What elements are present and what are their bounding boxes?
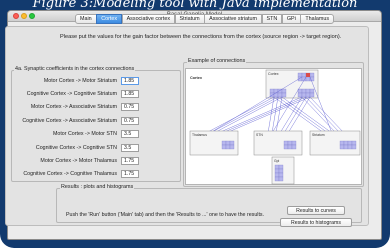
results-instruction: Push the 'Run' button ('Main' tab) and t…: [66, 212, 265, 218]
tab-thalamus[interactable]: Thalamus: [300, 14, 335, 24]
instruction-text: Please put the values for the gain facto…: [60, 34, 342, 40]
tab-cortex[interactable]: Cortex: [96, 14, 123, 24]
param-label: Cognitive Cortex -> Cognitive Thalamus: [23, 171, 117, 177]
param-row: Cognitive Cortex -> Cognitive Striatum 1…: [16, 89, 139, 99]
gpi-node: Gpi: [271, 156, 295, 185]
tab-stn[interactable]: STN: [261, 14, 283, 24]
param-label: Motor Cortex -> Motor Thalamus: [40, 158, 117, 164]
cognitive-cortex-associative-striatum-field[interactable]: 0.75: [121, 117, 139, 125]
cortex-left-label: Cortex: [190, 76, 203, 80]
param-row: Motor Cortex -> Motor Thalamus 1.75: [16, 156, 139, 166]
motor-cortex-associative-striatum-field[interactable]: 0.75: [121, 103, 139, 111]
example-group-legend: Example of connections: [187, 58, 247, 64]
results-group-legend: Results : plots and histograms: [60, 184, 135, 190]
motor-cortex-motor-striatum-field[interactable]: 1.85: [121, 77, 139, 85]
connections-diagram: Cortex Cortex Thalamus STN Striatum Gpi: [185, 68, 362, 185]
tab-gpi[interactable]: GPi: [281, 14, 301, 24]
gpi-node-label: Gpi: [274, 159, 280, 163]
param-label: Motor Cortex -> Associative Striatum: [30, 104, 117, 110]
thalamus-node: Thalamus: [189, 130, 239, 156]
param-row: Motor Cortex -> Motor Striatum 1.85: [16, 76, 139, 86]
cognitive-cortex-cognitive-striatum-field[interactable]: 1.85: [121, 90, 139, 98]
tab-associative-striatum[interactable]: Associative striatum: [204, 14, 263, 24]
param-label: Cognitive Cortex -> Cognitive Striatum: [26, 91, 117, 97]
param-row: Motor Cortex -> Motor STN 3.5: [16, 129, 139, 139]
results-to-curves-button[interactable]: Results to curves: [287, 206, 345, 215]
thalamus-node-label: Thalamus: [192, 133, 207, 137]
param-label: Motor Cortex -> Motor STN: [52, 131, 117, 137]
tab-bar: Main Cortex Associative cortex Striatum …: [75, 14, 335, 24]
param-row: Cognitive Cortex -> Cognitive Thalamus 1…: [16, 169, 139, 179]
results-to-histograms-button[interactable]: Results to histograms: [280, 218, 352, 227]
param-label: Cognitive Cortex -> Associative Striatum: [22, 118, 117, 124]
param-row: Cognitive Cortex -> Cognitive STN 3.5: [16, 143, 139, 153]
motor-cortex-motor-stn-field[interactable]: 3.5: [121, 130, 139, 138]
param-row: Motor Cortex -> Associative Striatum 0.7…: [16, 102, 139, 112]
tab-main[interactable]: Main: [75, 14, 97, 24]
cortex-node: Cortex: [265, 69, 319, 99]
cortex-node-label: Cortex: [268, 72, 279, 76]
tab-associative-cortex[interactable]: Associative cortex: [121, 14, 176, 24]
stn-node-label: STN: [256, 133, 263, 137]
striatum-node-label: Striatum: [312, 133, 325, 137]
stn-node: STN: [253, 130, 303, 156]
cognitive-cortex-cognitive-thalamus-field[interactable]: 1.75: [121, 170, 139, 178]
param-label: Cognitive Cortex -> Cognitive STN: [35, 145, 117, 151]
cognitive-cortex-cognitive-stn-field[interactable]: 3.5: [121, 144, 139, 152]
param-label: Motor Cortex -> Motor Striatum: [43, 78, 117, 84]
param-row: Cognitive Cortex -> Associative Striatum…: [16, 116, 139, 126]
synaptic-group-legend: 4a. Synaptic coefficients in the cortex …: [14, 66, 136, 72]
tab-striatum[interactable]: Striatum: [174, 14, 205, 24]
striatum-node: Striatum: [309, 130, 361, 156]
motor-cortex-motor-thalamus-field[interactable]: 1.75: [121, 157, 139, 165]
